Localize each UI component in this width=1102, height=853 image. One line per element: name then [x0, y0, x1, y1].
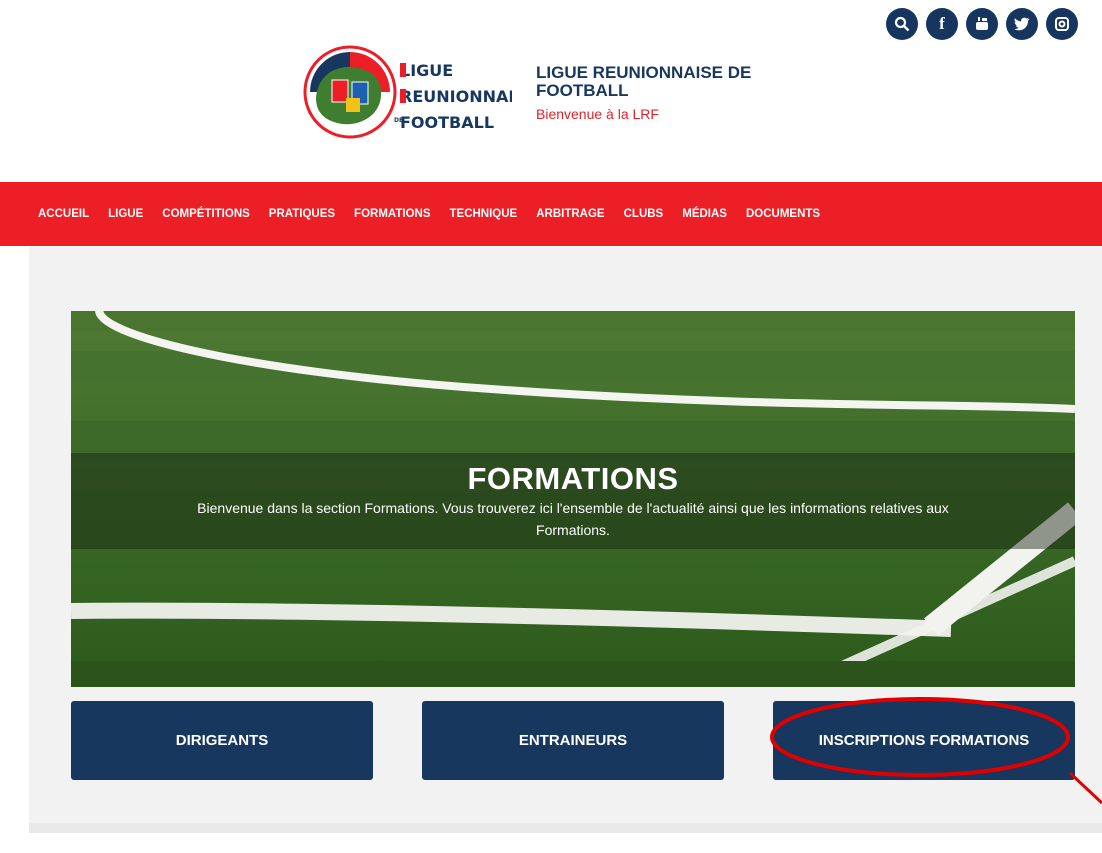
site-title-line1: LIGUE REUNIONNAISE DE — [536, 63, 752, 82]
hero-banner: FORMATIONS Bienvenue dans la section For… — [71, 311, 1075, 687]
logo-line-reunionnaise: REUNIONNAISE — [400, 87, 512, 106]
site-brand: LIGUE REUNIONNAISE DE FOOTBALL Bienvenue… — [536, 63, 752, 123]
site-title-line2: FOOTBALL — [536, 81, 629, 100]
twitter-icon[interactable] — [1006, 8, 1038, 40]
lrf-logo[interactable]: LIGUE REUNIONNAISE FOOTBALL DE — [302, 42, 537, 142]
nav-item-arbitrage[interactable]: ARBITRAGE — [536, 208, 604, 220]
dirigeants-button[interactable]: DIRIGEANTS — [71, 701, 373, 780]
inscriptions-formations-button[interactable]: INSCRIPTIONS FORMATIONS — [773, 701, 1075, 780]
nav-item-ligue[interactable]: LIGUE — [108, 208, 143, 220]
site-subtitle: Bienvenue à la LRF — [536, 106, 659, 122]
nav-item-documents[interactable]: DOCUMENTS — [746, 208, 820, 220]
youtube-icon[interactable] — [966, 8, 998, 40]
footer-strip — [29, 823, 1102, 853]
nav-item-formations[interactable]: FORMATIONS — [354, 208, 430, 220]
logo-line-football: FOOTBALL — [400, 113, 494, 132]
social-icons: f — [886, 8, 1078, 40]
hero-title: FORMATIONS — [467, 461, 679, 496]
entraineurs-button[interactable]: ENTRAINEURS — [422, 701, 724, 780]
facebook-icon[interactable]: f — [926, 8, 958, 40]
search-icon[interactable] — [886, 8, 918, 40]
hero-description: Bienvenue dans la section Formations. Vo… — [197, 500, 949, 538]
instagram-icon[interactable] — [1046, 8, 1078, 40]
logo-line-ligue: LIGUE — [400, 61, 453, 80]
nav-item-competitions[interactable]: COMPÉTITIONS — [162, 208, 250, 220]
nav-item-pratiques[interactable]: PRATIQUES — [269, 208, 335, 220]
nav-item-accueil[interactable]: ACCUEIL — [38, 208, 89, 220]
nav-item-medias[interactable]: MÉDIAS — [682, 208, 727, 220]
nav-item-technique[interactable]: TECHNIQUE — [450, 208, 518, 220]
logo-de: DE — [394, 117, 403, 124]
nav-item-clubs[interactable]: CLUBS — [624, 208, 664, 220]
main-nav: ACCUEIL LIGUE COMPÉTITIONS PRATIQUES FOR… — [0, 182, 1102, 246]
